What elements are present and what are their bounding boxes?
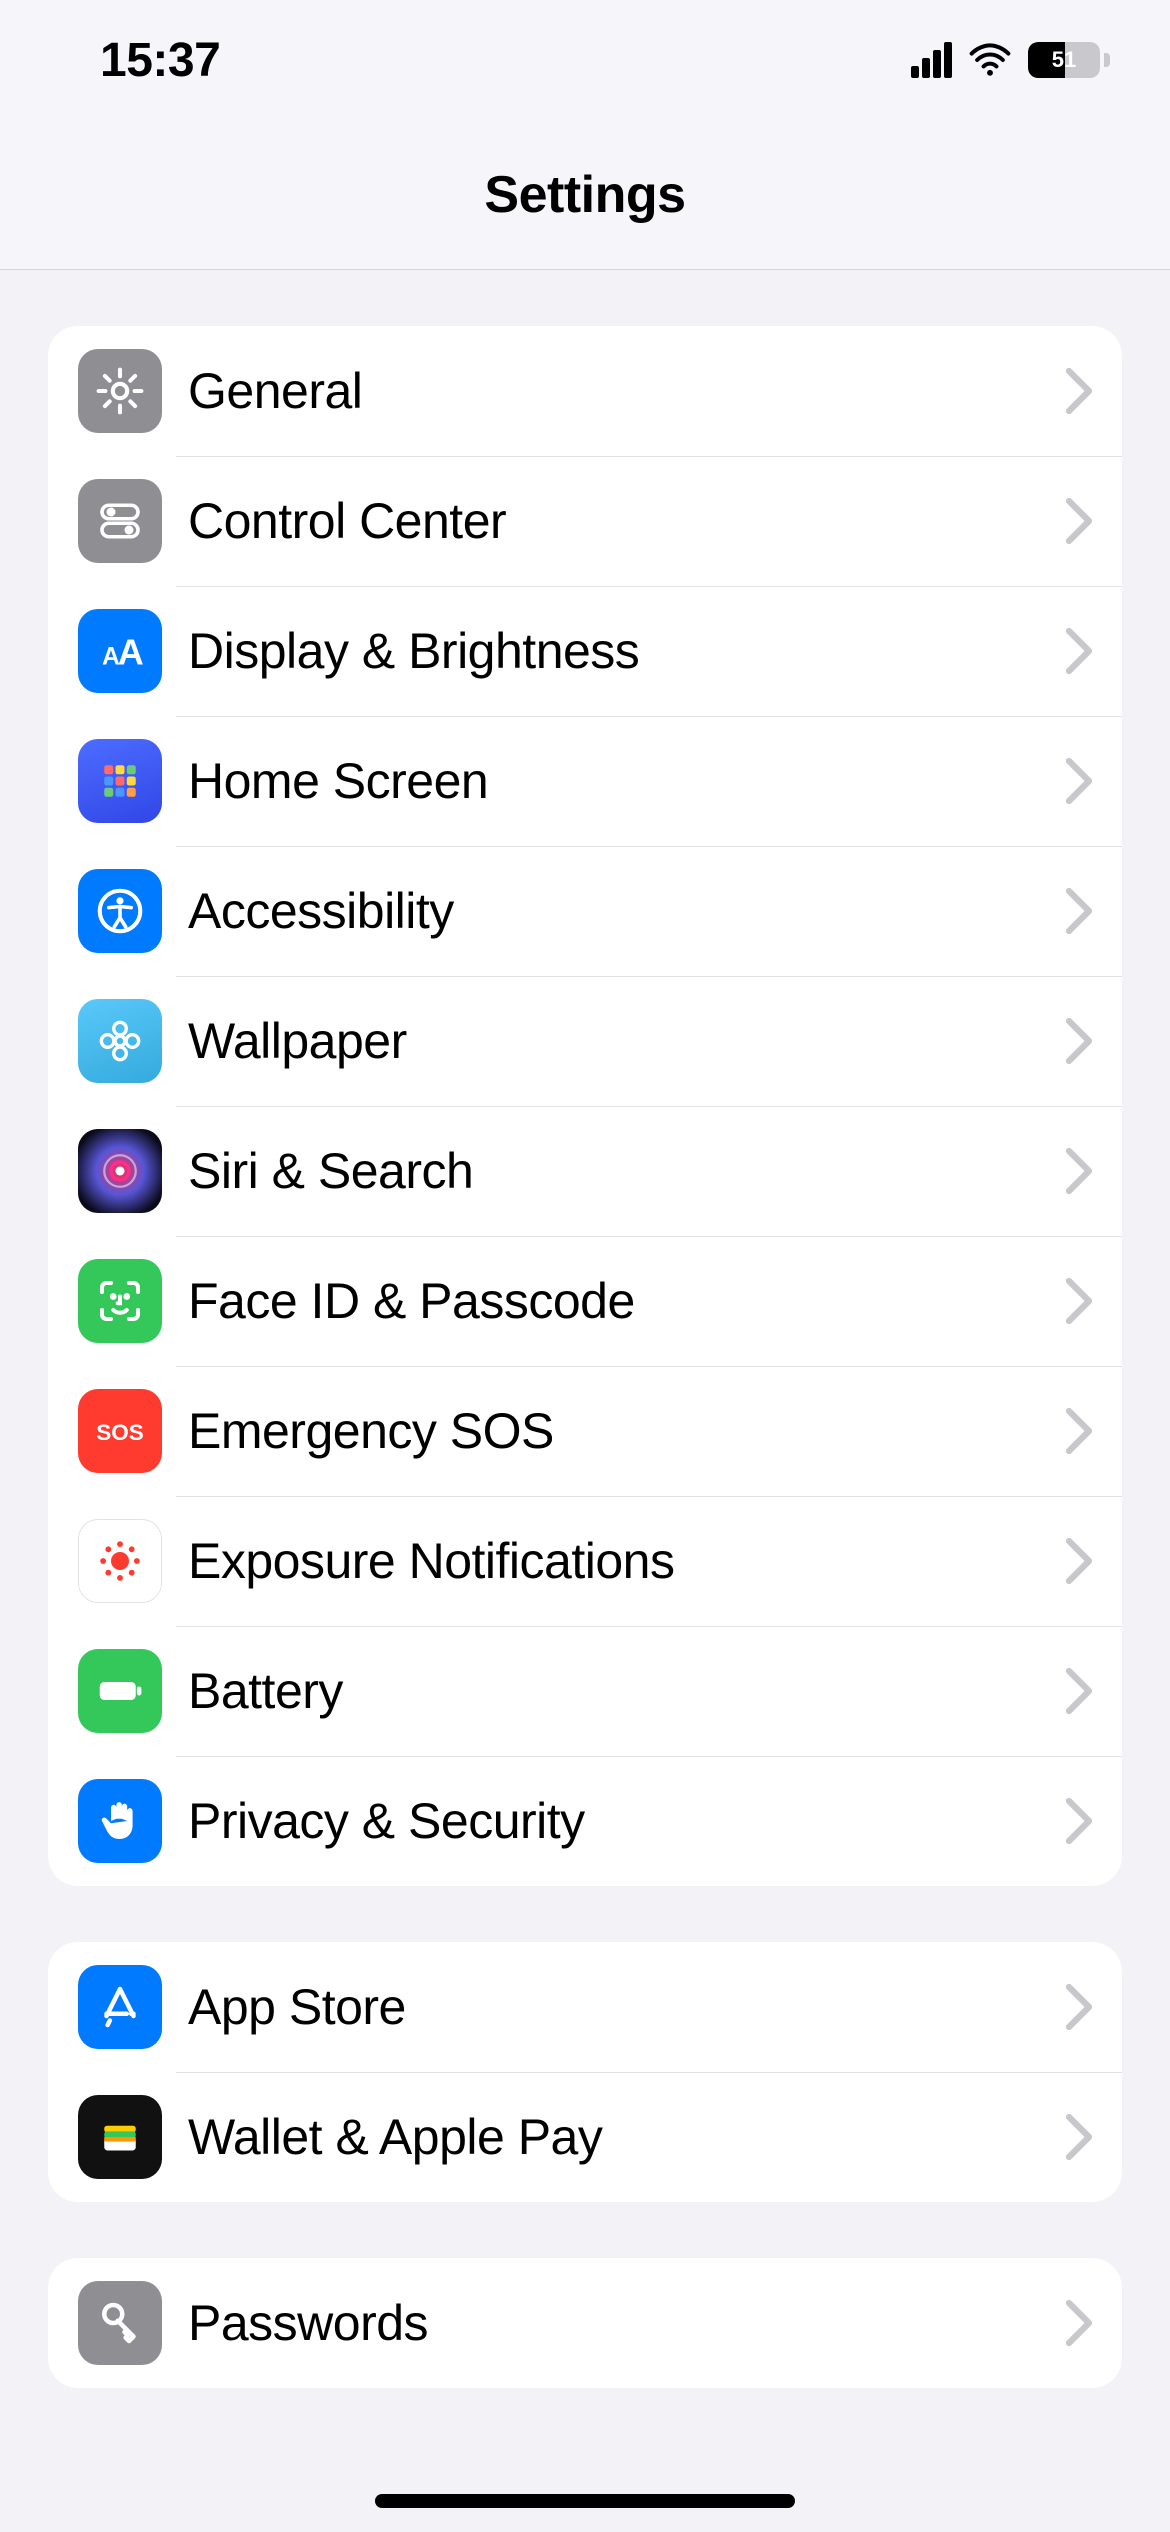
toggles-icon	[78, 479, 162, 563]
chevron-right-icon	[1064, 1982, 1094, 2032]
svg-text:A: A	[118, 632, 144, 673]
appstore-icon	[78, 1965, 162, 2049]
chevron-right-icon	[1064, 626, 1094, 676]
row-label: General	[188, 362, 1064, 420]
row-passwords[interactable]: Passwords	[48, 2258, 1122, 2388]
text-size-icon: AA	[78, 609, 162, 693]
row-label: Exposure Notifications	[188, 1532, 1064, 1590]
row-control-center[interactable]: Control Center	[48, 456, 1122, 586]
accessibility-icon	[78, 869, 162, 953]
row-display-brightness[interactable]: AA Display & Brightness	[48, 586, 1122, 716]
chevron-right-icon	[1064, 2298, 1094, 2348]
settings-group-passwords: Passwords	[48, 2258, 1122, 2388]
wifi-icon	[968, 38, 1012, 82]
chevron-right-icon	[1064, 756, 1094, 806]
chevron-right-icon	[1064, 1536, 1094, 1586]
row-label: Siri & Search	[188, 1142, 1064, 1200]
battery-percent: 51	[1028, 42, 1100, 78]
chevron-right-icon	[1064, 1276, 1094, 1326]
row-label: Battery	[188, 1662, 1064, 1720]
chevron-right-icon	[1064, 366, 1094, 416]
row-label: Control Center	[188, 492, 1064, 550]
battery-icon: 51	[1028, 42, 1110, 78]
row-label: Display & Brightness	[188, 622, 1064, 680]
row-face-id[interactable]: Face ID & Passcode	[48, 1236, 1122, 1366]
page-title: Settings	[484, 165, 685, 225]
chevron-right-icon	[1064, 1016, 1094, 1066]
status-time: 15:37	[100, 33, 220, 88]
row-wallet[interactable]: Wallet & Apple Pay	[48, 2072, 1122, 2202]
row-accessibility[interactable]: Accessibility	[48, 846, 1122, 976]
chevron-right-icon	[1064, 886, 1094, 936]
row-general[interactable]: General	[48, 326, 1122, 456]
row-siri-search[interactable]: Siri & Search	[48, 1106, 1122, 1236]
row-label: Wallet & Apple Pay	[188, 2108, 1064, 2166]
chevron-right-icon	[1064, 1146, 1094, 1196]
row-privacy-security[interactable]: Privacy & Security	[48, 1756, 1122, 1886]
gear-icon	[78, 349, 162, 433]
row-label: Home Screen	[188, 752, 1064, 810]
wallet-icon	[78, 2095, 162, 2179]
row-exposure-notifications[interactable]: Exposure Notifications	[48, 1496, 1122, 1626]
nav-bar: Settings	[0, 120, 1170, 270]
home-indicator[interactable]	[375, 2494, 795, 2508]
cellular-icon	[911, 42, 952, 78]
settings-list[interactable]: General Control Center AA Display & Brig…	[0, 326, 1170, 2388]
row-home-screen[interactable]: Home Screen	[48, 716, 1122, 846]
siri-icon	[78, 1129, 162, 1213]
row-label: Face ID & Passcode	[188, 1272, 1064, 1330]
row-label: Passwords	[188, 2294, 1064, 2352]
settings-group-main: General Control Center AA Display & Brig…	[48, 326, 1122, 1886]
svg-text:SOS: SOS	[96, 1420, 144, 1445]
row-label: Emergency SOS	[188, 1402, 1064, 1460]
row-label: Wallpaper	[188, 1012, 1064, 1070]
row-emergency-sos[interactable]: SOS Emergency SOS	[48, 1366, 1122, 1496]
chevron-right-icon	[1064, 2112, 1094, 2162]
exposure-icon	[78, 1519, 162, 1603]
chevron-right-icon	[1064, 1666, 1094, 1716]
hand-icon	[78, 1779, 162, 1863]
settings-group-store: App Store Wallet & Apple Pay	[48, 1942, 1122, 2202]
chevron-right-icon	[1064, 1406, 1094, 1456]
status-bar: 15:37 51	[0, 0, 1170, 120]
status-indicators: 51	[911, 38, 1110, 82]
chevron-right-icon	[1064, 1796, 1094, 1846]
row-wallpaper[interactable]: Wallpaper	[48, 976, 1122, 1106]
row-label: Privacy & Security	[188, 1792, 1064, 1850]
chevron-right-icon	[1064, 496, 1094, 546]
app-grid-icon	[78, 739, 162, 823]
row-label: Accessibility	[188, 882, 1064, 940]
battery-full-icon	[78, 1649, 162, 1733]
key-icon	[78, 2281, 162, 2365]
row-app-store[interactable]: App Store	[48, 1942, 1122, 2072]
row-battery[interactable]: Battery	[48, 1626, 1122, 1756]
flower-icon	[78, 999, 162, 1083]
faceid-icon	[78, 1259, 162, 1343]
row-label: App Store	[188, 1978, 1064, 2036]
sos-icon: SOS	[78, 1389, 162, 1473]
